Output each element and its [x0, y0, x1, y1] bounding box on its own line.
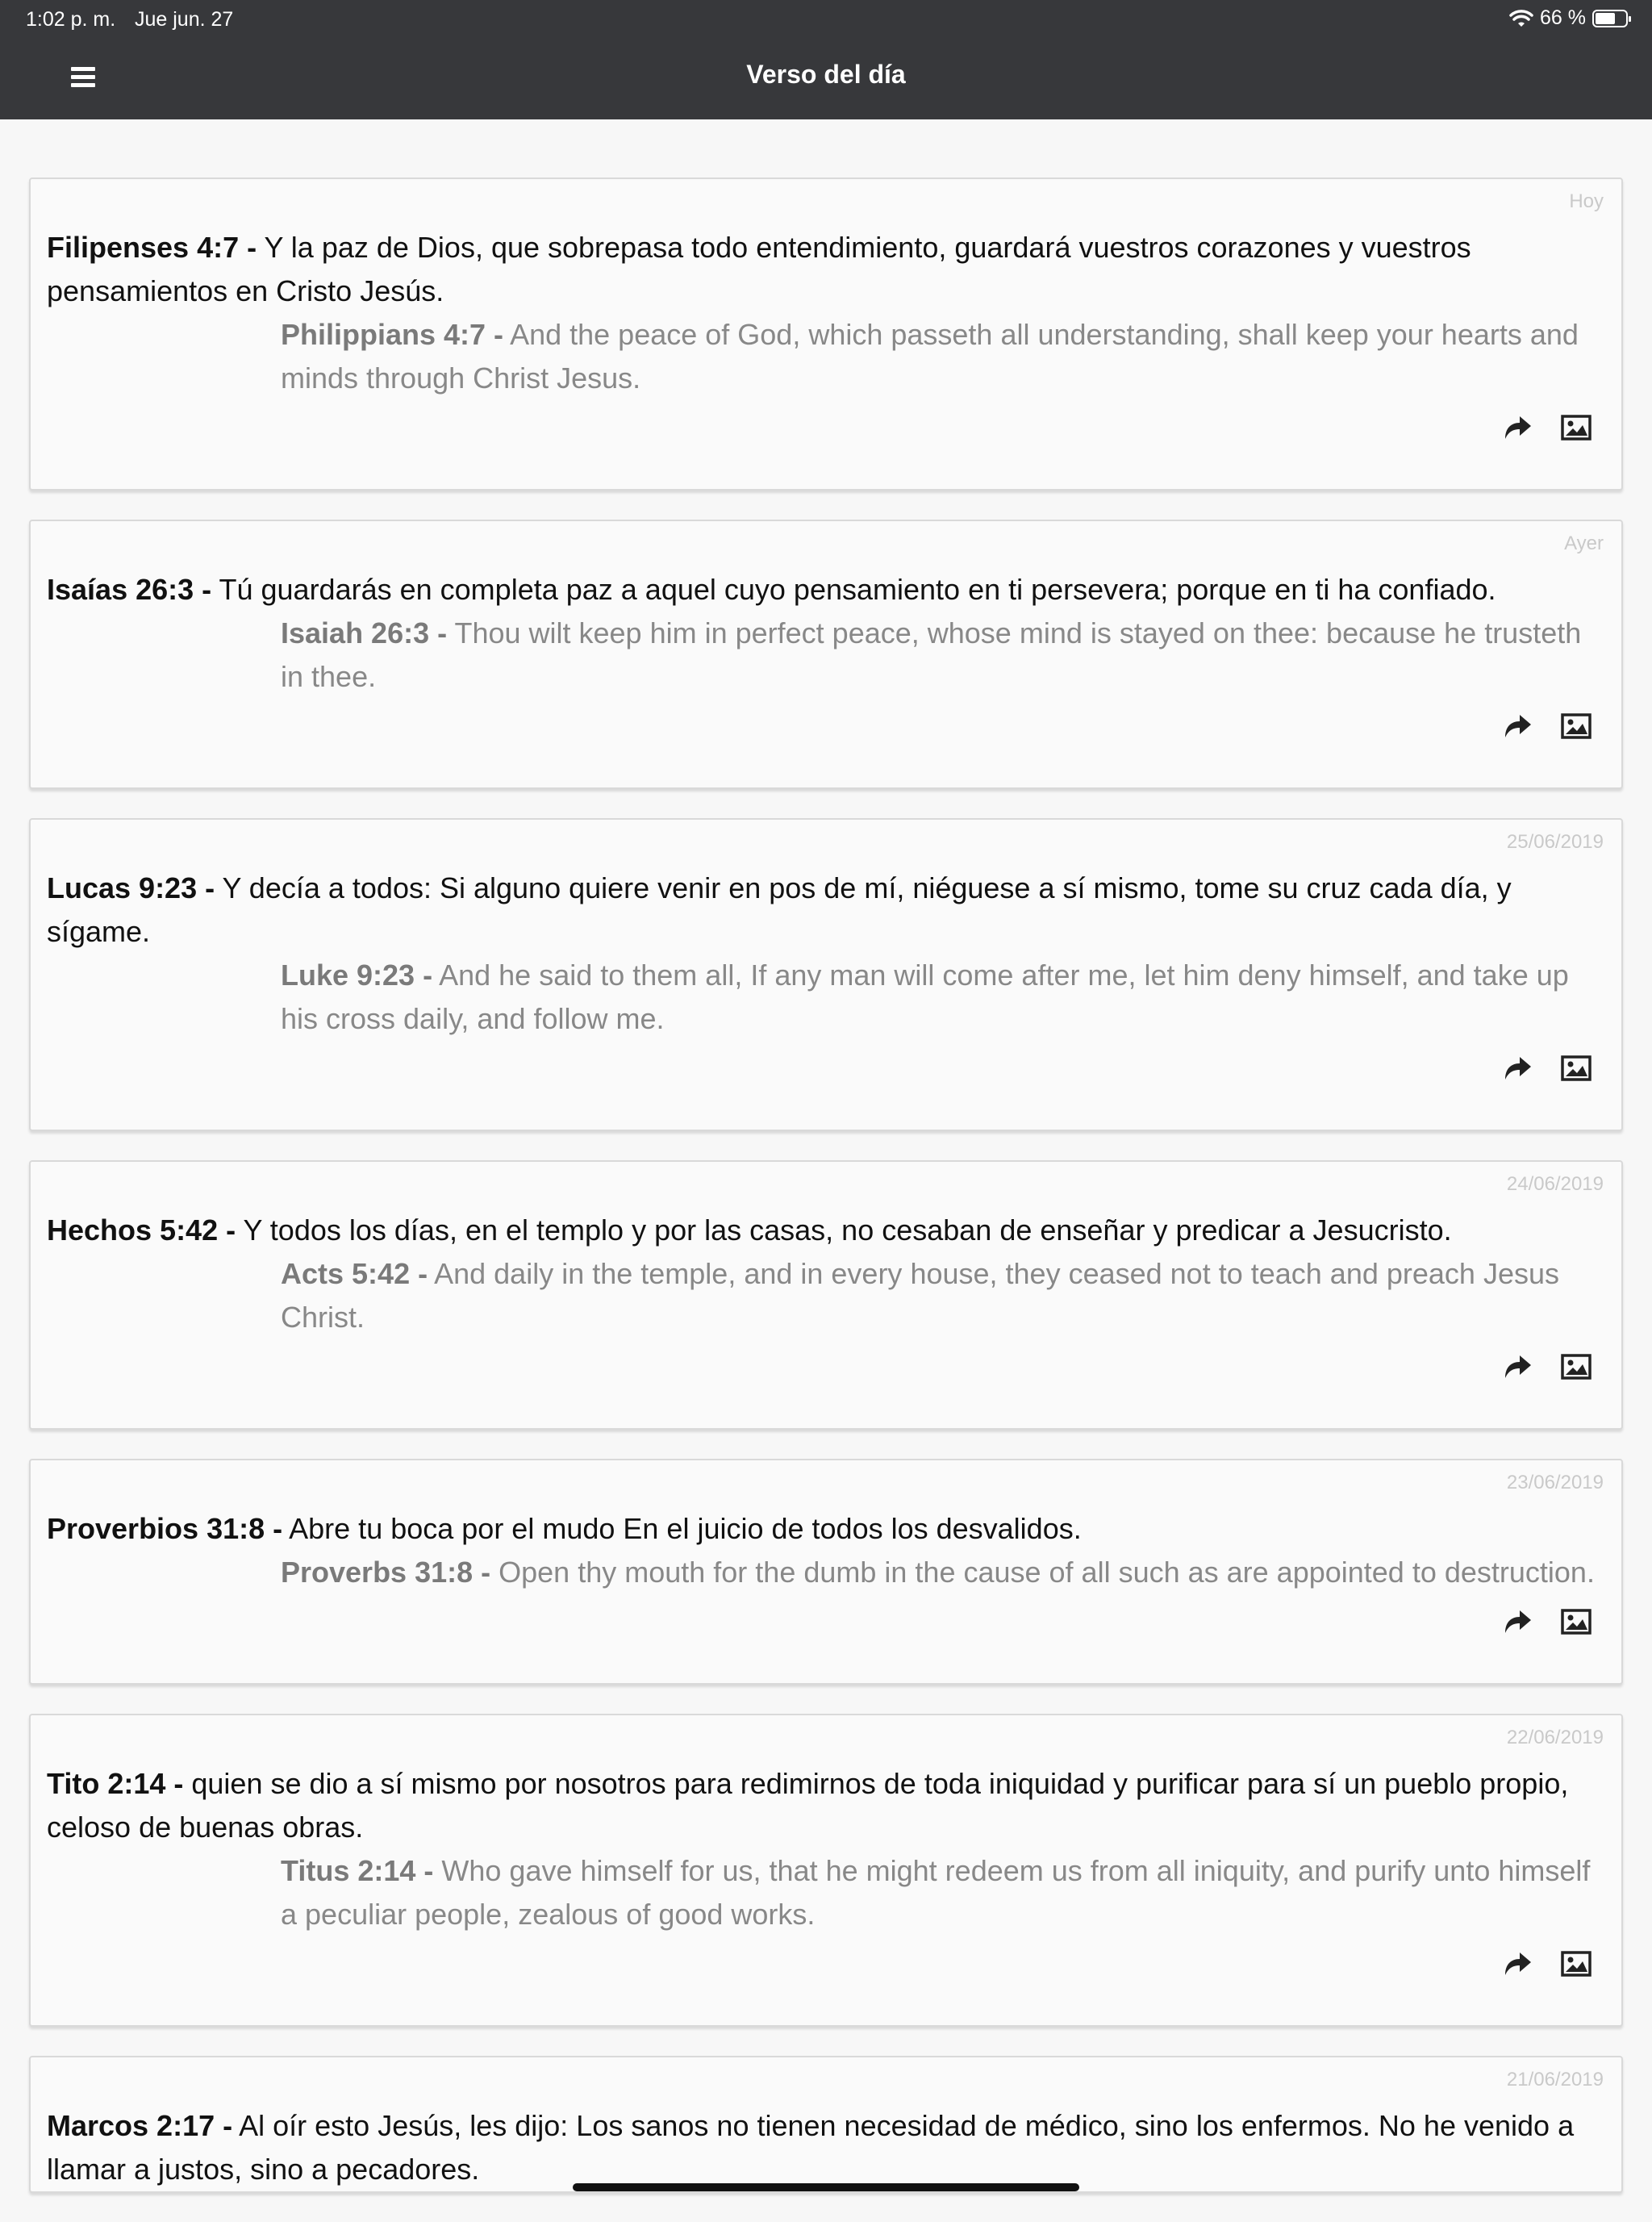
verse-ref-en: Titus 2:14 - — [281, 1854, 434, 1887]
verse-ref-es: Filipenses 4:7 - — [47, 231, 257, 264]
verse-ref-en: Acts 5:42 - — [281, 1257, 428, 1290]
verse-text-es: Proverbios 31:8 - Abre tu boca por el mu… — [47, 1507, 1605, 1551]
status-bar: 1:02 p. m. Jue jun. 27 66 % — [0, 0, 1652, 39]
card-actions — [47, 1936, 1605, 2025]
verse-date: 21/06/2019 — [1506, 2069, 1604, 2090]
verse-ref-es: Proverbios 31:8 - — [47, 1512, 283, 1545]
verse-text-en: Titus 2:14 - Who gave himself for us, th… — [281, 1849, 1605, 1936]
image-icon[interactable] — [1560, 411, 1592, 444]
verse-card[interactable]: Ayer Isaías 26:3 - Tú guardarás en comple… — [29, 520, 1623, 789]
status-time: 1:02 p. m. — [26, 8, 116, 31]
verse-text-es: Marcos 2:17 - Al oír esto Jesús, les dij… — [47, 2104, 1605, 2191]
status-right: 66 % — [1509, 6, 1631, 30]
verse-body-en: Who gave himself for us, that he might r… — [281, 1854, 1591, 1931]
page-title: Verso del día — [746, 60, 906, 89]
verse-ref-en: Philippians 4:7 - — [281, 318, 504, 351]
share-icon[interactable] — [1500, 411, 1533, 444]
verse-ref-es: Lucas 9:23 - — [47, 871, 215, 904]
verse-date: Ayer — [1564, 533, 1604, 554]
verse-ref-es: Isaías 26:3 - — [47, 573, 212, 606]
verse-text-en: Philippians 4:7 - And the peace of God, … — [281, 313, 1605, 400]
image-icon[interactable] — [1560, 1606, 1592, 1638]
verse-text-es: Filipenses 4:7 - Y la paz de Dios, que s… — [47, 226, 1605, 313]
verse-date: 24/06/2019 — [1506, 1173, 1604, 1195]
verse-body-es: quien se dio a sí mismo por nosotros par… — [47, 1767, 1569, 1844]
verse-card[interactable]: 23/06/2019 Proverbios 31:8 - Abre tu boca… — [29, 1459, 1623, 1685]
verse-card[interactable]: 22/06/2019 Tito 2:14 - quien se dio a sí … — [29, 1714, 1623, 2027]
card-actions — [47, 1339, 1605, 1428]
image-icon[interactable] — [1560, 1052, 1592, 1084]
verse-ref-es: Tito 2:14 - — [47, 1767, 184, 1800]
verse-ref-en: Proverbs 31:8 - — [281, 1556, 491, 1589]
wifi-icon — [1509, 9, 1533, 27]
verse-body-es: Y todos los días, en el templo y por las… — [236, 1213, 1452, 1247]
verse-card[interactable]: 25/06/2019 Lucas 9:23 - Y decía a todos: … — [29, 818, 1623, 1131]
verse-date: Hoy — [1569, 190, 1604, 212]
verse-list: Hoy Filipenses 4:7 - Y la paz de Dios, qu… — [29, 178, 1623, 2222]
verse-ref-es: Hechos 5:42 - — [47, 1213, 236, 1247]
verse-card[interactable]: Hoy Filipenses 4:7 - Y la paz de Dios, qu… — [29, 178, 1623, 491]
battery-percent: 66 % — [1540, 6, 1586, 29]
verse-text-en: Acts 5:42 - And daily in the temple, and… — [281, 1252, 1605, 1339]
home-indicator[interactable] — [573, 2183, 1079, 2191]
share-icon[interactable] — [1500, 710, 1533, 742]
battery-icon — [1592, 9, 1631, 27]
card-actions — [47, 699, 1605, 787]
share-icon[interactable] — [1500, 1606, 1533, 1638]
verse-body-es: Abre tu boca por el mudo En el juicio de… — [282, 1512, 1082, 1545]
verse-card[interactable]: 21/06/2019 Marcos 2:17 - Al oír esto Jesú… — [29, 2056, 1623, 2193]
verse-date: 25/06/2019 — [1506, 831, 1604, 853]
verse-date: 22/06/2019 — [1506, 1727, 1604, 1748]
image-icon[interactable] — [1560, 1948, 1592, 1980]
verse-ref-es: Marcos 2:17 - — [47, 2109, 233, 2142]
verse-text-es: Isaías 26:3 - Tú guardarás en completa p… — [47, 568, 1605, 612]
card-actions — [47, 400, 1605, 489]
verse-date: 23/06/2019 — [1506, 1472, 1604, 1493]
verse-body-es: Y decía a todos: Si alguno quiere venir … — [47, 871, 1512, 948]
image-icon[interactable] — [1560, 1351, 1592, 1383]
verse-ref-en: Isaiah 26:3 - — [281, 616, 448, 649]
verse-body-es: Al oír esto Jesús, les dijo: Los sanos n… — [47, 2109, 1575, 2186]
verse-text-en: Luke 9:23 - And he said to them all, If … — [281, 954, 1605, 1041]
image-icon[interactable] — [1560, 710, 1592, 742]
verse-text-es: Lucas 9:23 - Y decía a todos: Si alguno … — [47, 867, 1605, 954]
verse-body-en: And he said to them all, If any man will… — [281, 959, 1569, 1035]
card-actions — [47, 1594, 1605, 1683]
verse-body-es: Y la paz de Dios, que sobrepasa todo ent… — [47, 231, 1471, 307]
nav-bar: Verso del día — [0, 39, 1652, 119]
verse-text-es: Tito 2:14 - quien se dio a sí mismo por … — [47, 1762, 1605, 1849]
share-icon[interactable] — [1500, 1351, 1533, 1383]
status-date: Jue jun. 27 — [135, 8, 234, 31]
verse-body-en: Open thy mouth for the dumb in the cause… — [490, 1556, 1595, 1589]
share-icon[interactable] — [1500, 1948, 1533, 1980]
verse-text-en: Proverbs 31:8 - Open thy mouth for the d… — [281, 1551, 1605, 1594]
verse-body-es: Tú guardarás en completa paz a aquel cuy… — [211, 573, 1496, 606]
verse-body-en: Thou wilt keep him in perfect peace, who… — [281, 616, 1582, 693]
verse-text-en: Isaiah 26:3 - Thou wilt keep him in perf… — [281, 612, 1605, 699]
verse-body-en: And daily in the temple, and in every ho… — [281, 1257, 1559, 1334]
share-icon[interactable] — [1500, 1052, 1533, 1084]
verse-ref-en: Luke 9:23 - — [281, 959, 433, 992]
card-actions — [47, 1041, 1605, 1130]
verse-card[interactable]: 24/06/2019 Hechos 5:42 - Y todos los días… — [29, 1160, 1623, 1430]
verse-text-es: Hechos 5:42 - Y todos los días, en el te… — [47, 1209, 1605, 1252]
